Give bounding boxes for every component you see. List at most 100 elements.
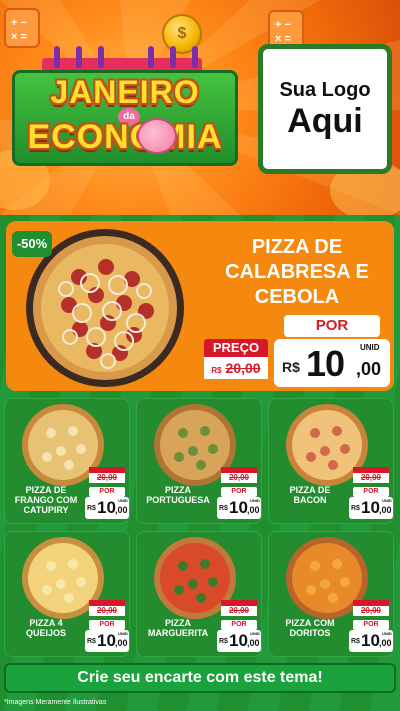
por-label: POR <box>221 487 257 497</box>
price-unit: UNID <box>250 498 260 503</box>
price-integer: 10 <box>361 498 380 517</box>
logo-placeholder[interactable]: Sua Logo Aqui <box>258 44 392 174</box>
new-price: R$ 10 UNID ,00 <box>85 630 129 652</box>
por-label: POR <box>89 620 125 630</box>
product-card-pizza-portuguesa[interactable]: PIZZA PORTUGUESA 20,00 POR R$ 10 UNID ,00 <box>136 398 262 524</box>
product-card-pizza-4-queijos[interactable]: PIZZA 4 QUEIJOS 20,00 POR R$ 10 UNID ,00 <box>4 531 130 657</box>
product-name-line1: PIZZA <box>165 485 191 495</box>
product-name-line1: PIZZA 4 <box>29 618 63 628</box>
product-name-line1: PIZZA DE <box>25 485 67 495</box>
price-cents: ,00 <box>115 638 128 648</box>
old-price: 20,00 <box>353 600 389 616</box>
product-card-pizza-doritos[interactable]: PIZZA COM DORITOS 20,00 POR R$ 10 UNID ,00 <box>268 531 394 657</box>
title-line1: JANEIRO <box>50 74 200 110</box>
price-unit: UNID <box>118 631 128 636</box>
old-price-value: 20,00 <box>228 606 250 615</box>
calendar-ring <box>192 46 198 68</box>
product-name: PIZZA MARGUERITA <box>139 618 217 638</box>
create-flyer-button[interactable]: Crie seu encarte com este tema! <box>4 663 396 693</box>
old-price-value: 20,00 <box>360 606 382 615</box>
illustrative-images-note: *Imagens Meramente Ilustrativas <box>4 699 107 706</box>
product-card-pizza-marguerita[interactable]: PIZZA MARGUERITA 20,00 POR R$ 10 UNID ,00 <box>136 531 262 657</box>
product-name: PIZZA 4 QUEIJOS <box>7 618 85 638</box>
price-currency: R$ <box>219 505 228 512</box>
price-integer: 10 <box>229 631 248 650</box>
por-label: POR <box>221 620 257 630</box>
calendar-ring <box>98 46 104 68</box>
price-currency: R$ <box>87 505 96 512</box>
product-name: PIZZA PORTUGUESA <box>139 485 217 505</box>
product-name-line2: QUEIJOS <box>25 628 66 638</box>
featured-name-line3: CEBOLA <box>254 286 340 308</box>
price-cents: ,00 <box>379 638 392 648</box>
product-name: PIZZA DE FRANGO COM CATUPIRY <box>7 485 85 515</box>
calendar-title: JANEIRO da ECONOMIA <box>10 46 240 166</box>
old-price: 20,00 <box>221 600 257 616</box>
title-line2: ECONOMIA <box>27 118 223 156</box>
product-name-line2: FRANGO COM <box>14 495 78 505</box>
featured-name-line2: CALABRESA E <box>225 261 369 283</box>
product-card-pizza-bacon[interactable]: PIZZA DE BACON 20,00 POR R$ 10 UNID ,00 <box>268 398 394 524</box>
product-card-pizza-frango-catupiry[interactable]: PIZZA DE FRANGO COM CATUPIRY 20,00 POR R$ 10 UN… <box>4 398 130 524</box>
discount-badge: -50% <box>12 231 52 257</box>
product-name-line2: BACON <box>293 495 327 505</box>
price-unit: UNID <box>118 498 128 503</box>
header-banner: $ JANEIRO da ECONOMIA Sua Logo Aqui <box>0 0 400 215</box>
product-name-line1: PIZZA DE <box>289 485 331 495</box>
calendar-ring <box>170 46 176 68</box>
new-price: R$ 10 UNID ,00 <box>349 630 393 652</box>
price-cents: ,00 <box>247 638 260 648</box>
price-currency: R$ <box>282 359 300 375</box>
por-label: POR <box>89 487 125 497</box>
product-name-line1: PIZZA <box>165 618 191 628</box>
old-price-value: 20,00 <box>96 473 118 482</box>
price-unit: UNID <box>360 343 380 352</box>
new-price: R$ 10 UNID ,00 <box>217 497 261 519</box>
new-price: R$ 10 UNID ,00 <box>217 630 261 652</box>
price-cents: ,00 <box>115 505 128 515</box>
logo-text-line1: Sua Logo <box>279 78 371 101</box>
price-currency: R$ <box>87 638 96 645</box>
price-unit: UNID <box>382 498 392 503</box>
calendar-ring <box>76 46 82 68</box>
preco-label: PREÇO <box>204 339 268 357</box>
por-label: POR <box>353 620 389 630</box>
old-price-value: 20,00 <box>225 360 261 376</box>
featured-name-line1: PIZZA DE <box>251 236 343 258</box>
new-price: R$ 10 UNID ,00 <box>349 497 393 519</box>
old-price: R$ 20,00 <box>204 357 268 379</box>
por-label: POR <box>353 487 389 497</box>
old-price-value: 20,00 <box>360 473 382 482</box>
featured-product-name: PIZZA DE CALABRESA E CEBOLA <box>206 235 388 310</box>
old-price-value: 20,00 <box>96 606 118 615</box>
old-price: 20,00 <box>221 467 257 483</box>
old-price-value: 20,00 <box>228 473 250 482</box>
old-price: 20,00 <box>353 467 389 483</box>
price-integer: 10 <box>306 343 345 384</box>
old-price-currency: R$ <box>211 366 222 375</box>
por-label: POR <box>284 315 380 337</box>
calculator-icon <box>4 8 40 48</box>
product-name: PIZZA COM DORITOS <box>271 618 349 638</box>
price-cents: ,00 <box>247 505 260 515</box>
new-price: R$ 10 UNID ,00 <box>274 339 390 387</box>
old-price: 20,00 <box>89 600 125 616</box>
price-integer: 10 <box>97 631 116 650</box>
product-name-line2: DORITOS <box>289 628 331 638</box>
price-cents: ,00 <box>356 359 382 379</box>
old-price: 20,00 <box>89 467 125 483</box>
piggy-bank-icon <box>137 118 177 154</box>
featured-offer[interactable]: -50% PIZZA DE CALABRESA E CEBOLA POR PRE… <box>6 221 394 391</box>
product-name-line2: PORTUGUESA <box>146 495 210 505</box>
price-unit: UNID <box>250 631 260 636</box>
new-price: R$ 10 UNID ,00 <box>85 497 129 519</box>
logo-text-line2: Aqui <box>287 101 363 140</box>
calendar-ring <box>54 46 60 68</box>
price-cents: ,00 <box>379 505 392 515</box>
product-name: PIZZA DE BACON <box>271 485 349 505</box>
offers-panel: -50% PIZZA DE CALABRESA E CEBOLA POR PRE… <box>0 215 400 711</box>
calendar-ring <box>148 46 154 68</box>
product-name-line1: PIZZA COM <box>285 618 335 628</box>
price-integer: 10 <box>97 498 116 517</box>
price-currency: R$ <box>351 505 360 512</box>
